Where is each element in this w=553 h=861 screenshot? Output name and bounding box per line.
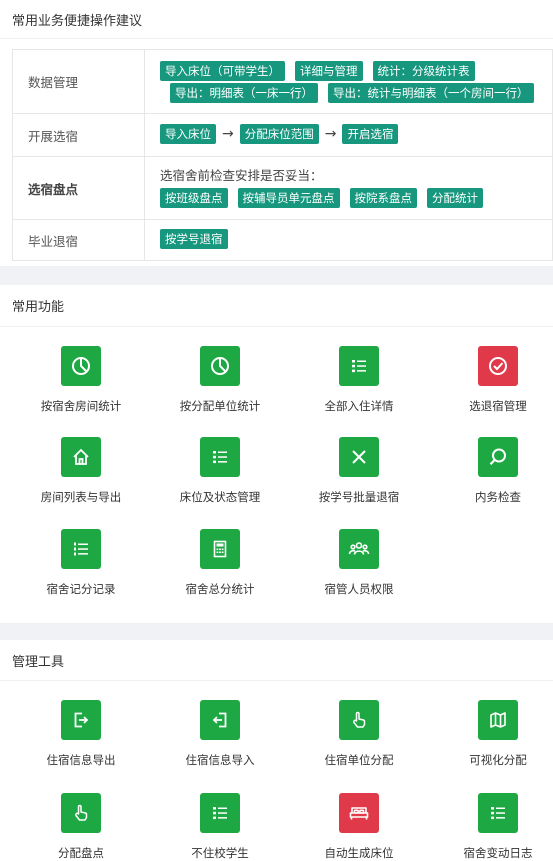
row-content: 选宿舍前检查安排是否妥当： 按班级盘点 按辅导员单元盘点 按院系盘点 分配统计 (144, 156, 553, 220)
tile-label: 可视化分配 (469, 753, 527, 767)
arrow-icon: → (222, 126, 234, 142)
list-icon (200, 793, 240, 833)
tool-export[interactable]: 住宿信息导出 (12, 700, 150, 768)
export-detail-button[interactable]: 导出：明细表（一床一行） (170, 82, 318, 103)
tile-label: 内务检查 (475, 490, 521, 504)
row-selection-check: 选宿盘点 选宿舍前检查安排是否妥当： 按班级盘点 按辅导员单元盘点 按院系盘点 分配统… (12, 156, 553, 220)
export-stats-button[interactable]: 导出：统计与明细表（一个房间一行） (328, 82, 534, 103)
tile-label: 宿舍变动日志 (463, 846, 533, 860)
tool-visual-assign[interactable]: 可视化分配 (429, 700, 553, 768)
pointer-hand-icon (339, 700, 379, 740)
divider (0, 680, 553, 681)
tile-label: 房间列表与导出 (40, 490, 122, 504)
func-batch-checkout[interactable]: 按学号批量退宿 (290, 437, 428, 505)
check-by-dept-button[interactable]: 按院系盘点 (349, 187, 417, 208)
functions-panel: 常用功能 按宿舍房间统计 按分配单位统计 全部入住详情 选退宿管理 房间列表与导… (0, 285, 553, 623)
checkout-by-id-button[interactable]: 按学号退宿 (160, 229, 228, 249)
tool-import[interactable]: 住宿信息导入 (151, 700, 289, 768)
suggestions-panel: 常用业务便捷操作建议 数据管理 导入床位（可带学生） 详细与管理 统计：分级统计表 … (0, 0, 553, 266)
export-icon (61, 700, 101, 740)
tile-label: 全部入住详情 (324, 399, 394, 413)
check-by-class-button[interactable]: 按班级盘点 (160, 187, 228, 208)
func-staff-permissions[interactable]: 宿管人员权限 (290, 529, 428, 597)
tile-label: 宿舍总分统计 (185, 582, 255, 596)
import-icon (200, 700, 240, 740)
divider (0, 326, 553, 327)
import-beds-step-button[interactable]: 导入床位 (160, 124, 216, 144)
tile-label: 按分配单位统计 (179, 399, 261, 413)
tile-label: 宿舍记分记录 (46, 582, 116, 596)
func-unit-stats[interactable]: 按分配单位统计 (151, 346, 289, 414)
search-icon (478, 437, 518, 477)
pointer-hand-icon (61, 793, 101, 833)
tile-label: 选退宿管理 (469, 399, 527, 413)
stats-table-button[interactable]: 统计：分级统计表 (372, 60, 475, 81)
check-note: 选宿舍前检查安排是否妥当： (160, 167, 323, 183)
assign-stats-button[interactable]: 分配统计 (427, 187, 483, 208)
tools-title: 管理工具 (12, 655, 65, 670)
assign-range-button[interactable]: 分配床位范围 (239, 124, 319, 144)
row-label: 选宿盘点 (12, 156, 145, 220)
row-label: 数据管理 (12, 49, 145, 114)
tile-label: 住宿信息导出 (46, 753, 116, 767)
list-icon (200, 437, 240, 477)
tool-auto-beds[interactable]: 自动生成床位 (290, 793, 428, 861)
map-icon (478, 700, 518, 740)
row-label: 开展选宿 (12, 113, 145, 157)
row-content: 按学号退宿 (144, 219, 553, 261)
home-icon (61, 437, 101, 477)
suggestions-title: 常用业务便捷操作建议 (12, 14, 143, 29)
row-start-selection: 开展选宿 导入床位 → 分配床位范围 → 开启选宿 (12, 113, 553, 157)
tile-label: 住宿单位分配 (324, 753, 394, 767)
open-selection-button[interactable]: 开启选宿 (342, 124, 399, 144)
tile-label: 床位及状态管理 (179, 490, 261, 504)
tile-label: 分配盘点 (58, 846, 104, 860)
row-data-management: 数据管理 导入床位（可带学生） 详细与管理 统计：分级统计表 导出：明细表（一床一行… (12, 49, 553, 114)
tile-label: 按学号批量退宿 (318, 490, 400, 504)
bed-icon (339, 793, 379, 833)
list-icon (339, 346, 379, 386)
tool-assign-check[interactable]: 分配盘点 (12, 793, 150, 861)
pie-chart-icon (200, 346, 240, 386)
arrow-icon: → (324, 126, 337, 142)
tool-change-log[interactable]: 宿舍变动日志 (429, 793, 553, 861)
row-content: 导入床位 → 分配床位范围 → 开启选宿 (144, 113, 553, 157)
func-selection-manage[interactable]: 选退宿管理 (429, 346, 553, 414)
check-circle-icon (478, 346, 518, 386)
pie-chart-icon (61, 346, 101, 386)
func-room-list[interactable]: 房间列表与导出 (12, 437, 150, 505)
calculator-icon (200, 529, 240, 569)
team-icon (339, 529, 379, 569)
row-graduation: 毕业退宿 按学号退宿 (12, 219, 553, 261)
close-icon (339, 437, 379, 477)
func-room-stats[interactable]: 按宿舍房间统计 (12, 346, 150, 414)
suggestions-table: 数据管理 导入床位（可带学生） 详细与管理 统计：分级统计表 导出：明细表（一床一行… (12, 49, 553, 261)
divider (0, 38, 553, 39)
tool-unit-assign[interactable]: 住宿单位分配 (290, 700, 428, 768)
tools-panel: 管理工具 住宿信息导出 住宿信息导入 住宿单位分配 可视化分配 分配盘点 不住校… (0, 640, 553, 861)
functions-title: 常用功能 (12, 300, 65, 315)
import-beds-button[interactable]: 导入床位（可带学生） (160, 60, 285, 81)
func-bed-status[interactable]: 床位及状态管理 (151, 437, 289, 505)
row-content: 导入床位（可带学生） 详细与管理 统计：分级统计表 导出：明细表（一床一行） 导出：统… (144, 49, 553, 114)
tile-label: 住宿信息导入 (185, 753, 255, 767)
tile-label: 宿管人员权限 (324, 582, 394, 596)
row-label: 毕业退宿 (12, 219, 145, 261)
tile-label: 按宿舍房间统计 (40, 399, 122, 413)
check-by-counselor-button[interactable]: 按辅导员单元盘点 (237, 187, 340, 208)
list-icon (478, 793, 518, 833)
func-all-checkin[interactable]: 全部入住详情 (290, 346, 428, 414)
func-score-records[interactable]: 宿舍记分记录 (12, 529, 150, 597)
tile-label: 自动生成床位 (324, 846, 394, 860)
ordered-list-icon (61, 529, 101, 569)
details-manage-button[interactable]: 详细与管理 (295, 60, 363, 81)
func-total-score[interactable]: 宿舍总分统计 (151, 529, 289, 597)
tool-offcampus[interactable]: 不住校学生 (151, 793, 289, 861)
func-inspection[interactable]: 内务检查 (429, 437, 553, 505)
tile-label: 不住校学生 (191, 846, 249, 860)
